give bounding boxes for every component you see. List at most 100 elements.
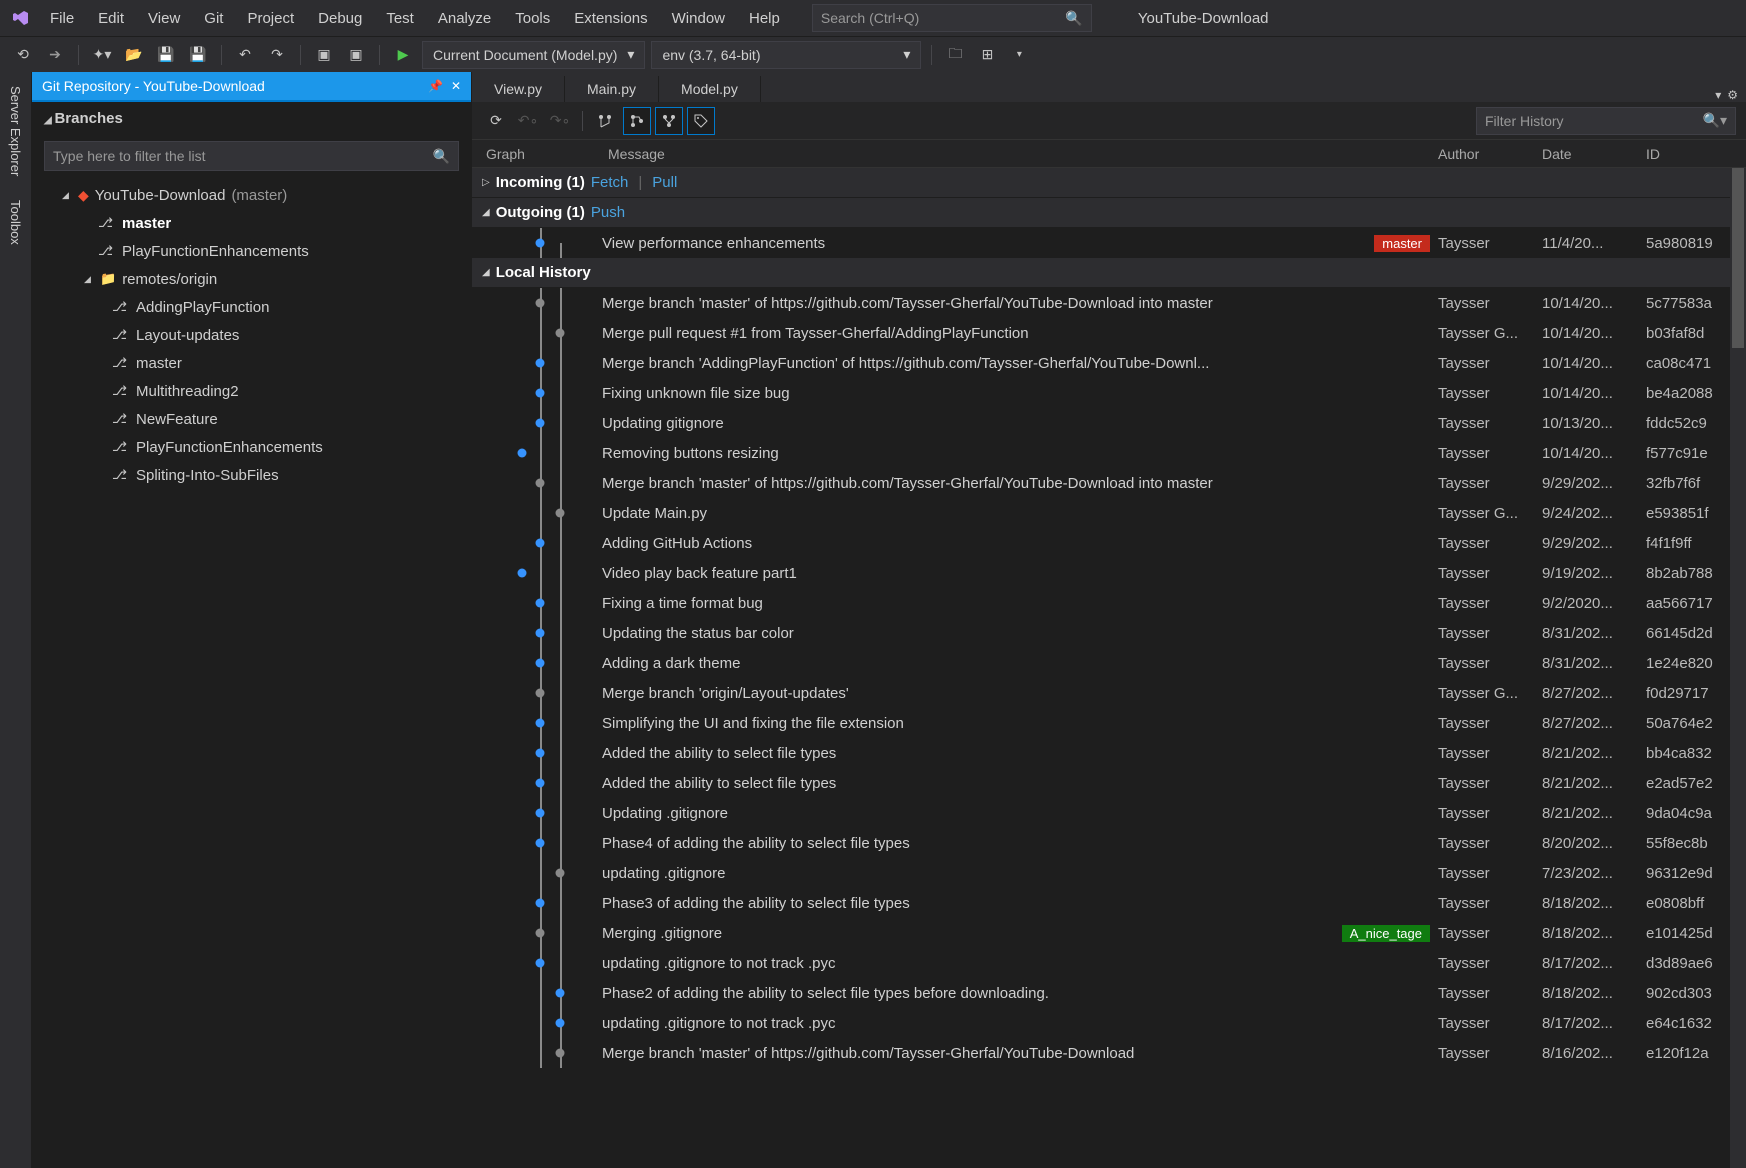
tabs-dropdown-icon[interactable]: ▾ <box>1715 88 1721 102</box>
show-tags-button[interactable] <box>687 107 715 135</box>
col-id[interactable]: ID <box>1646 146 1746 162</box>
incoming-section[interactable]: ▷ Incoming (1) Fetch | Pull <box>472 168 1746 198</box>
commit-row[interactable]: updating .gitignore to not track .pycTay… <box>472 948 1746 978</box>
menu-help[interactable]: Help <box>737 6 792 31</box>
startup-item-dropdown[interactable]: Current Document (Model.py)▾ <box>422 41 645 69</box>
redo-button[interactable]: ↷ <box>264 42 290 68</box>
commit-row[interactable]: Added the ability to select file typesTa… <box>472 738 1746 768</box>
settings-icon[interactable]: ⚙ <box>1727 88 1738 102</box>
solution-name-button[interactable]: YouTube-Download <box>1124 6 1283 31</box>
commit-row[interactable]: Merge branch 'master' of https://github.… <box>472 1038 1746 1068</box>
commit-row[interactable]: Updating .gitignoreTaysser8/21/202...9da… <box>472 798 1746 828</box>
branch-tag-master: master <box>1374 235 1430 252</box>
show-local-button[interactable] <box>623 107 651 135</box>
commit-row[interactable]: Video play back feature part1Taysser9/19… <box>472 558 1746 588</box>
col-date[interactable]: Date <box>1542 146 1646 162</box>
commit-row[interactable]: Update Main.pyTaysser G...9/24/202...e59… <box>472 498 1746 528</box>
col-graph[interactable]: Graph <box>478 146 608 162</box>
menu-extensions[interactable]: Extensions <box>562 6 659 31</box>
commit-row[interactable]: Updating gitignoreTaysser10/13/20...fddc… <box>472 408 1746 438</box>
overflow-button[interactable]: ▾ <box>1006 42 1032 68</box>
rail-tab-server-explorer[interactable]: Server Explorer <box>4 76 27 186</box>
outgoing-commit-row[interactable]: View performance enhancements master Tay… <box>472 228 1746 258</box>
commit-date: 11/4/20... <box>1542 235 1646 252</box>
close-icon[interactable]: ✕ <box>451 79 461 93</box>
commit-row[interactable]: Adding GitHub ActionsTaysser9/29/202...f… <box>472 528 1746 558</box>
python-env-dropdown[interactable]: env (3.7, 64-bit)▾ <box>651 41 921 69</box>
toolbox-button[interactable]: 🗀 <box>942 42 968 68</box>
commit-row[interactable]: Phase2 of adding the ability to select f… <box>472 978 1746 1008</box>
menu-edit[interactable]: Edit <box>86 6 136 31</box>
search-placeholder: Search (Ctrl+Q) <box>821 10 919 26</box>
commit-row[interactable]: Merge branch 'origin/Layout-updates'Tays… <box>472 678 1746 708</box>
menu-git[interactable]: Git <box>192 6 235 31</box>
pull-link[interactable]: Pull <box>652 174 677 191</box>
menu-debug[interactable]: Debug <box>306 6 374 31</box>
commit-row[interactable]: Fixing a time format bugTaysser9/2/2020.… <box>472 588 1746 618</box>
window-button-1[interactable]: ▣ <box>311 42 337 68</box>
menu-test[interactable]: Test <box>374 6 426 31</box>
new-item-button[interactable]: ✦▾ <box>89 42 115 68</box>
commit-row[interactable]: Simplifying the UI and fixing the file e… <box>472 708 1746 738</box>
doc-tab-view-py[interactable]: View.py <box>472 76 565 102</box>
commit-row[interactable]: Phase3 of adding the ability to select f… <box>472 888 1746 918</box>
commit-row[interactable]: Updating the status bar colorTaysser8/31… <box>472 618 1746 648</box>
save-button[interactable]: 💾 <box>153 42 179 68</box>
doc-tab-model-py[interactable]: Model.py <box>659 76 761 102</box>
fetch-link[interactable]: Fetch <box>591 174 629 191</box>
menu-file[interactable]: File <box>38 6 86 31</box>
save-all-button[interactable]: 💾 <box>185 42 211 68</box>
local-branch-master[interactable]: ⎇master <box>32 209 471 237</box>
remote-branch-multithreading2[interactable]: ⎇Multithreading2 <box>32 377 471 405</box>
commit-row[interactable]: Fixing unknown file size bugTaysser10/14… <box>472 378 1746 408</box>
remote-branch-spliting-into-subfiles[interactable]: ⎇Spliting-Into-SubFiles <box>32 461 471 489</box>
commit-message: Simplifying the UI and fixing the file e… <box>602 715 904 732</box>
branch-filter-input[interactable]: Type here to filter the list 🔍 <box>44 141 459 171</box>
window-button-2[interactable]: ▣ <box>343 42 369 68</box>
commit-row[interactable]: Merge branch 'AddingPlayFunction' of htt… <box>472 348 1746 378</box>
menu-analyze[interactable]: Analyze <box>426 6 503 31</box>
local-history-section[interactable]: ◢ Local History <box>472 258 1746 288</box>
doc-tab-main-py[interactable]: Main.py <box>565 76 659 102</box>
commit-row[interactable]: Added the ability to select file typesTa… <box>472 768 1746 798</box>
remote-branch-newfeature[interactable]: ⎇NewFeature <box>32 405 471 433</box>
commit-row[interactable]: Merge branch 'master' of https://github.… <box>472 468 1746 498</box>
branches-header[interactable]: Branches <box>32 102 471 135</box>
refresh-button[interactable]: ⟳ <box>482 107 510 135</box>
col-author[interactable]: Author <box>1438 146 1542 162</box>
remotes-folder[interactable]: ◢ 📁 remotes/origin <box>32 265 471 293</box>
open-file-button[interactable]: 📂 <box>121 42 147 68</box>
commit-row[interactable]: Merging .gitignoreA_nice_tageTaysser8/18… <box>472 918 1746 948</box>
commit-row[interactable]: Phase4 of adding the ability to select f… <box>472 828 1746 858</box>
rail-tab-toolbox[interactable]: Toolbox <box>4 190 27 255</box>
layout-button[interactable]: ⊞ <box>974 42 1000 68</box>
commit-row[interactable]: Merge pull request #1 from Taysser-Gherf… <box>472 318 1746 348</box>
menu-tools[interactable]: Tools <box>503 6 562 31</box>
commit-row[interactable]: Removing buttons resizingTaysser10/14/20… <box>472 438 1746 468</box>
remote-branch-addingplayfunction[interactable]: ⎇AddingPlayFunction <box>32 293 471 321</box>
remote-branch-playfunctionenhancements[interactable]: ⎇PlayFunctionEnhancements <box>32 433 471 461</box>
push-link[interactable]: Push <box>591 204 625 221</box>
show-remote-button[interactable] <box>655 107 683 135</box>
nav-back-button[interactable]: ⟲ <box>10 42 36 68</box>
commit-row[interactable]: Adding a dark themeTaysser8/31/202...1e2… <box>472 648 1746 678</box>
outgoing-section[interactable]: ◢ Outgoing (1) Push <box>472 198 1746 228</box>
commit-row[interactable]: Merge branch 'master' of https://github.… <box>472 288 1746 318</box>
quick-search-input[interactable]: Search (Ctrl+Q) 🔍 <box>812 4 1092 32</box>
menu-view[interactable]: View <box>136 6 192 31</box>
repo-node[interactable]: ◢ ◆ YouTube-Download (master) <box>32 181 471 209</box>
local-branch-playfunctionenhancements[interactable]: ⎇PlayFunctionEnhancements <box>32 237 471 265</box>
menu-window[interactable]: Window <box>660 6 737 31</box>
graph-toggle-button[interactable] <box>591 107 619 135</box>
commit-author: Taysser <box>1438 445 1542 462</box>
remote-branch-layout-updates[interactable]: ⎇Layout-updates <box>32 321 471 349</box>
commit-row[interactable]: updating .gitignore to not track .pycTay… <box>472 1008 1746 1038</box>
pin-icon[interactable]: 📌 <box>428 79 443 93</box>
scrollbar[interactable] <box>1730 168 1746 1168</box>
menu-project[interactable]: Project <box>235 6 306 31</box>
remote-branch-master[interactable]: ⎇master <box>32 349 471 377</box>
commit-row[interactable]: updating .gitignoreTaysser7/23/202...963… <box>472 858 1746 888</box>
undo-button[interactable]: ↶ <box>232 42 258 68</box>
filter-history-input[interactable]: Filter History 🔍▾ <box>1476 107 1736 135</box>
col-message[interactable]: Message <box>608 146 1438 162</box>
